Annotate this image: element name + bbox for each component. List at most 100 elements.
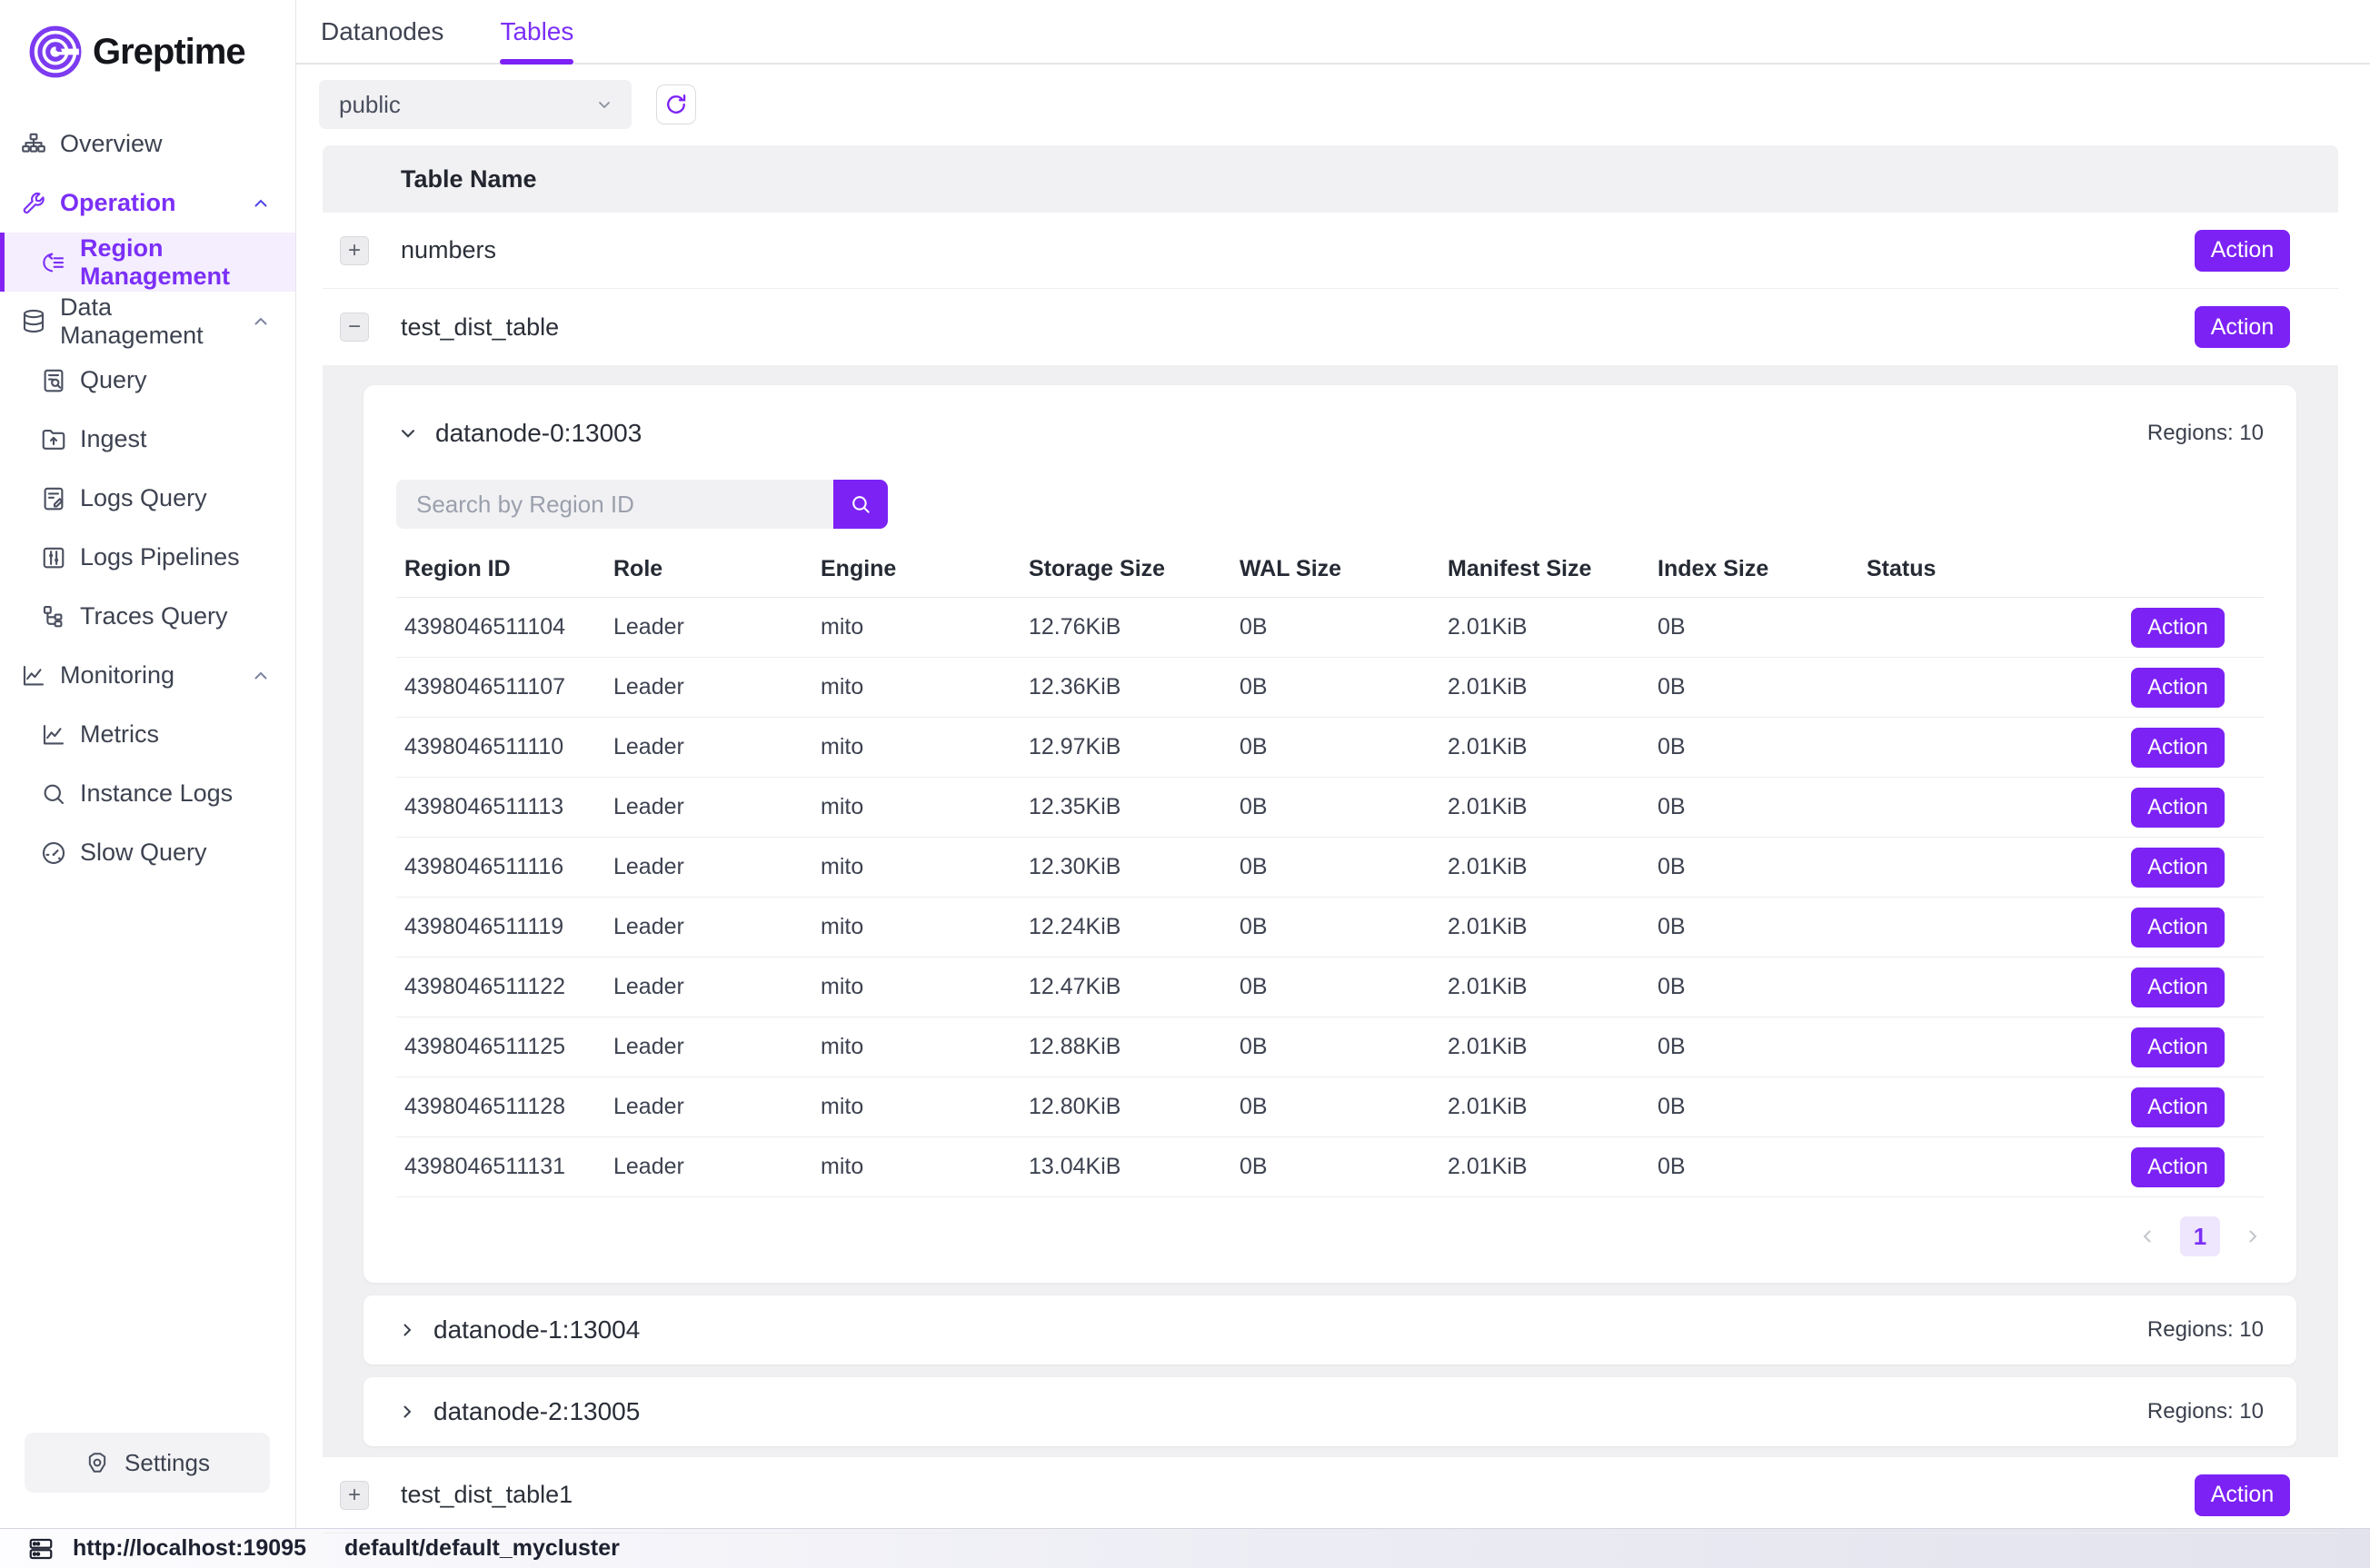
sidebar-item-label: Operation — [60, 189, 176, 217]
sidebar-item-query[interactable]: Query — [0, 351, 295, 410]
wal-size: 0B — [1240, 1094, 1448, 1120]
wal-size: 0B — [1240, 614, 1448, 640]
manifest-size: 2.01KiB — [1448, 854, 1658, 880]
sidebar-item-label: Logs Pipelines — [80, 543, 240, 571]
action-button[interactable]: Action — [2131, 1147, 2225, 1187]
action-button[interactable]: Action — [2195, 1474, 2290, 1516]
sidebar-item-monitoring[interactable]: Monitoring — [0, 646, 295, 705]
chevron-right-icon — [396, 1319, 418, 1341]
expand-button[interactable]: + — [340, 236, 369, 265]
table-name: numbers — [401, 236, 496, 264]
storage-size: 12.47KiB — [1029, 974, 1240, 1000]
sidebar-item-operation[interactable]: Operation — [0, 174, 295, 233]
search-button[interactable] — [833, 480, 888, 529]
manifest-size: 2.01KiB — [1448, 734, 1658, 760]
sidebar-item-traces-query[interactable]: Traces Query — [0, 587, 295, 646]
manifest-size: 2.01KiB — [1448, 674, 1658, 700]
database-icon — [20, 308, 47, 335]
tables-table: Table Name + numbers Action − test_dist_… — [323, 145, 2338, 1533]
datanode-card[interactable]: datanode-1:13004 Regions: 10 — [363, 1295, 2296, 1365]
sidebar-item-metrics[interactable]: Metrics — [0, 705, 295, 764]
engine: mito — [821, 1154, 1029, 1180]
sidebar-item-slow-query[interactable]: Slow Query — [0, 823, 295, 882]
index-size: 0B — [1658, 1094, 1867, 1120]
column-storage-size: Storage Size — [1029, 556, 1240, 582]
storage-size: 12.76KiB — [1029, 614, 1240, 640]
engine: mito — [821, 1034, 1029, 1060]
sidebar-item-overview[interactable]: Overview — [0, 114, 295, 174]
action-button[interactable]: Action — [2195, 230, 2290, 272]
action-button[interactable]: Action — [2131, 848, 2225, 888]
storage-size: 12.80KiB — [1029, 1094, 1240, 1120]
regions-count: Regions: 10 — [2147, 421, 2264, 446]
engine: mito — [821, 734, 1029, 760]
role: Leader — [613, 974, 821, 1000]
engine: mito — [821, 854, 1029, 880]
engine: mito — [821, 1094, 1029, 1120]
datanode-header[interactable]: datanode-0:13003 Regions: 10 — [396, 409, 2264, 458]
sidebar-item-logs-query[interactable]: Logs Query — [0, 469, 295, 528]
table-row: − test_dist_table Action — [323, 289, 2338, 365]
column-table-name: Table Name — [323, 165, 537, 194]
table-row: + numbers Action — [323, 213, 2338, 289]
settings-button[interactable]: Settings — [25, 1433, 270, 1493]
chevron-right-icon[interactable] — [2242, 1226, 2264, 1247]
region-row: 4398046511128Leadermito12.80KiB0B2.01KiB… — [396, 1077, 2264, 1137]
manifest-size: 2.01KiB — [1448, 1094, 1658, 1120]
action-button[interactable]: Action — [2131, 968, 2225, 1007]
sidebar-item-region-management[interactable]: Region Management — [0, 233, 295, 292]
sidebar-item-label: Ingest — [80, 425, 147, 453]
page-number[interactable]: 1 — [2180, 1216, 2220, 1256]
sitemap-icon — [20, 131, 47, 158]
action-button[interactable]: Action — [2131, 788, 2225, 828]
index-size: 0B — [1658, 794, 1867, 820]
sidebar-item-label: Instance Logs — [80, 779, 233, 808]
region-search-input[interactable] — [396, 480, 833, 529]
region-id: 4398046511113 — [396, 794, 613, 820]
column-manifest-size: Manifest Size — [1448, 556, 1658, 582]
action-button[interactable]: Action — [2131, 608, 2225, 648]
sliders-icon — [40, 544, 67, 571]
sidebar-item-label: Slow Query — [80, 839, 207, 867]
region-id: 4398046511122 — [396, 974, 613, 1000]
cluster-name: default/default_mycluster — [344, 1535, 620, 1562]
datanode-name: datanode-2:13005 — [433, 1397, 640, 1426]
column-engine: Engine — [821, 556, 1029, 582]
action-button[interactable]: Action — [2195, 306, 2290, 348]
sidebar-item-data-management[interactable]: Data Management — [0, 292, 295, 351]
refresh-button[interactable] — [656, 84, 696, 124]
region-id: 4398046511104 — [396, 614, 613, 640]
sidebar-item-ingest[interactable]: Ingest — [0, 410, 295, 469]
column-region-id: Region ID — [396, 556, 613, 582]
manifest-size: 2.01KiB — [1448, 614, 1658, 640]
sidebar-item-logs-pipelines[interactable]: Logs Pipelines — [0, 528, 295, 587]
action-button[interactable]: Action — [2131, 728, 2225, 768]
role: Leader — [613, 1094, 821, 1120]
manifest-size: 2.01KiB — [1448, 1034, 1658, 1060]
datanode-card-expanded: datanode-0:13003 Regions: 10 Region IDRo… — [363, 385, 2296, 1283]
chevron-down-icon — [593, 94, 615, 115]
regions-count: Regions: 10 — [2147, 1317, 2264, 1343]
expand-button[interactable]: + — [340, 1481, 369, 1510]
server-url[interactable]: http://localhost:19095 — [73, 1535, 306, 1562]
datanode-card[interactable]: datanode-2:13005 Regions: 10 — [363, 1377, 2296, 1446]
sidebar-item-instance-logs[interactable]: Instance Logs — [0, 764, 295, 823]
action-button[interactable]: Action — [2131, 1027, 2225, 1067]
greptime-logo: Greptime — [0, 0, 295, 87]
collapse-button[interactable]: − — [340, 313, 369, 342]
sidebar-item-label: Data Management — [60, 293, 237, 350]
region-table-body: 4398046511104Leadermito12.76KiB0B2.01KiB… — [396, 598, 2264, 1197]
folder-arrow-icon — [40, 426, 67, 453]
tab-tables[interactable]: Tables — [500, 0, 573, 63]
action-button[interactable]: Action — [2131, 1087, 2225, 1127]
tree-icon — [40, 603, 67, 630]
sidebar-item-label: Monitoring — [60, 661, 174, 690]
table-name: test_dist_table1 — [401, 1481, 573, 1509]
datanode-section: datanode-0:13003 Regions: 10 Region IDRo… — [323, 365, 2338, 1457]
schema-select[interactable]: public — [319, 80, 632, 129]
action-button[interactable]: Action — [2131, 668, 2225, 708]
chevron-left-icon[interactable] — [2136, 1226, 2158, 1247]
tab-datanodes[interactable]: Datanodes — [321, 0, 443, 63]
table-name: test_dist_table — [401, 313, 559, 342]
action-button[interactable]: Action — [2131, 908, 2225, 948]
